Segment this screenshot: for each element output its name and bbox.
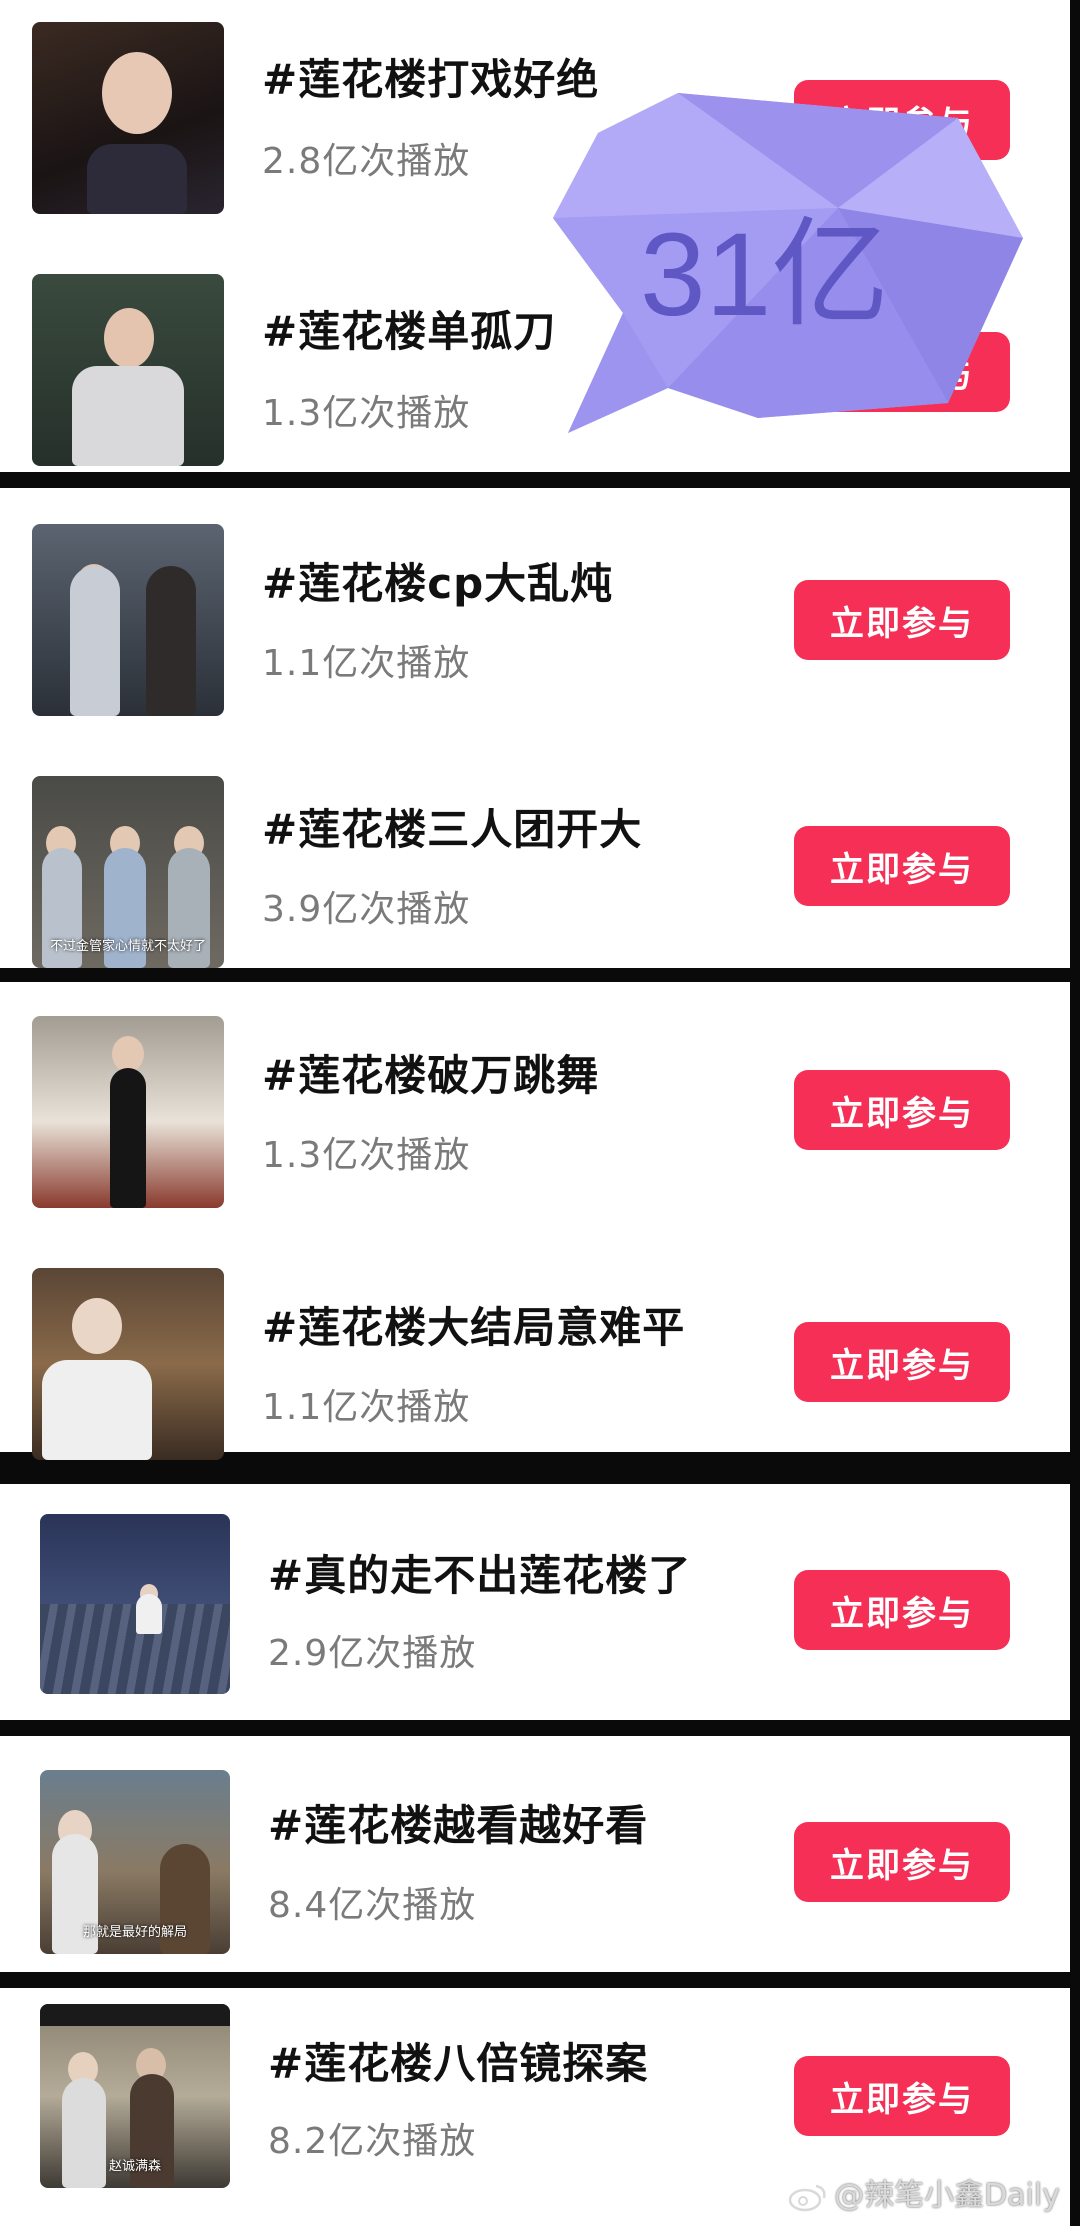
topic-thumbnail[interactable] [40, 1514, 230, 1694]
topic-thumbnail[interactable] [32, 1268, 224, 1460]
thumbnail-caption: 赵诚满森 [108, 2159, 161, 2174]
join-button[interactable]: 立即参与 [794, 1070, 1010, 1150]
topic-play-count: 3.9亿次播放 [262, 889, 471, 930]
topic-title[interactable]: #莲花楼单孤刀 [262, 298, 556, 359]
topic-play-count: 8.4亿次播放 [268, 1885, 477, 1926]
topic-play-count: 1.1亿次播放 [262, 643, 471, 684]
topic-title[interactable]: #莲花楼八倍镜探案 [268, 2030, 648, 2091]
watermark: @辣笔小鑫Daily [788, 2170, 1060, 2214]
topic-item[interactable]: 不过金管家心情就不太好了 #莲花楼三人团开大 3.9亿次播放 立即参与 [0, 740, 1070, 970]
topic-panel: #莲花楼破万跳舞 1.3亿次播放 立即参与 #莲花楼大结局意难平 1.1亿次播放… [0, 982, 1070, 1460]
join-button[interactable]: 立即参与 [794, 2056, 1010, 2136]
topic-play-count: 1.1亿次播放 [262, 1387, 471, 1428]
topic-panel: #真的走不出莲花楼了 2.9亿次播放 立即参与 [0, 1484, 1070, 1720]
topic-item[interactable]: #莲花楼cp大乱炖 1.1亿次播放 立即参与 [0, 488, 1070, 718]
topic-thumbnail[interactable]: 赵诚满森 [40, 2004, 230, 2188]
join-button[interactable]: 立即参与 [794, 1570, 1010, 1650]
topic-thumbnail[interactable]: 那就是最好的解局 [40, 1770, 230, 1954]
topic-panel: #莲花楼cp大乱炖 1.1亿次播放 立即参与 不过金管家心情就不太好了 #莲花楼… [0, 488, 1070, 968]
topic-title[interactable]: #莲花楼破万跳舞 [262, 1042, 599, 1103]
topic-thumbnail[interactable] [32, 1016, 224, 1208]
topic-thumbnail[interactable] [32, 524, 224, 716]
topic-play-count: 8.2亿次播放 [268, 2121, 477, 2162]
weibo-icon [788, 2184, 826, 2211]
total-views-badge: 31亿 [548, 88, 1028, 438]
topic-title[interactable]: #真的走不出莲花楼了 [268, 1542, 691, 1603]
topic-play-count: 1.3亿次播放 [262, 1135, 471, 1176]
topic-item[interactable]: #莲花楼大结局意难平 1.1亿次播放 立即参与 [0, 1234, 1070, 1464]
topic-panel: 那就是最好的解局 #莲花楼越看越好看 8.4亿次播放 立即参与 [0, 1736, 1070, 1972]
join-button[interactable]: 立即参与 [794, 1822, 1010, 1902]
topic-title[interactable]: #莲花楼cp大乱炖 [262, 550, 613, 611]
topic-play-count: 2.9亿次播放 [268, 1633, 477, 1674]
total-views-text: 31亿 [640, 209, 890, 341]
topic-play-count: 1.3亿次播放 [262, 393, 471, 434]
topic-item[interactable]: #真的走不出莲花楼了 2.9亿次播放 立即参与 [0, 1484, 1070, 1714]
join-button[interactable]: 立即参与 [794, 580, 1010, 660]
topic-title[interactable]: #莲花楼越看越好看 [268, 1792, 648, 1853]
topic-item[interactable]: 那就是最好的解局 #莲花楼越看越好看 8.4亿次播放 立即参与 [0, 1736, 1070, 1966]
thumbnail-caption: 不过金管家心情就不太好了 [49, 939, 206, 954]
topic-item[interactable]: #莲花楼破万跳舞 1.3亿次播放 立即参与 [0, 982, 1070, 1212]
topic-play-count: 2.8亿次播放 [262, 141, 471, 182]
thumbnail-caption: 那就是最好的解局 [82, 1925, 187, 1940]
topic-title[interactable]: #莲花楼三人团开大 [262, 796, 642, 857]
join-button[interactable]: 立即参与 [794, 826, 1010, 906]
topic-thumbnail[interactable] [32, 22, 224, 214]
topic-thumbnail[interactable] [32, 274, 224, 466]
watermark-text: @辣笔小鑫Daily [834, 2178, 1060, 2213]
join-button[interactable]: 立即参与 [794, 1322, 1010, 1402]
topic-thumbnail[interactable]: 不过金管家心情就不太好了 [32, 776, 224, 968]
topic-title[interactable]: #莲花楼大结局意难平 [262, 1294, 685, 1355]
